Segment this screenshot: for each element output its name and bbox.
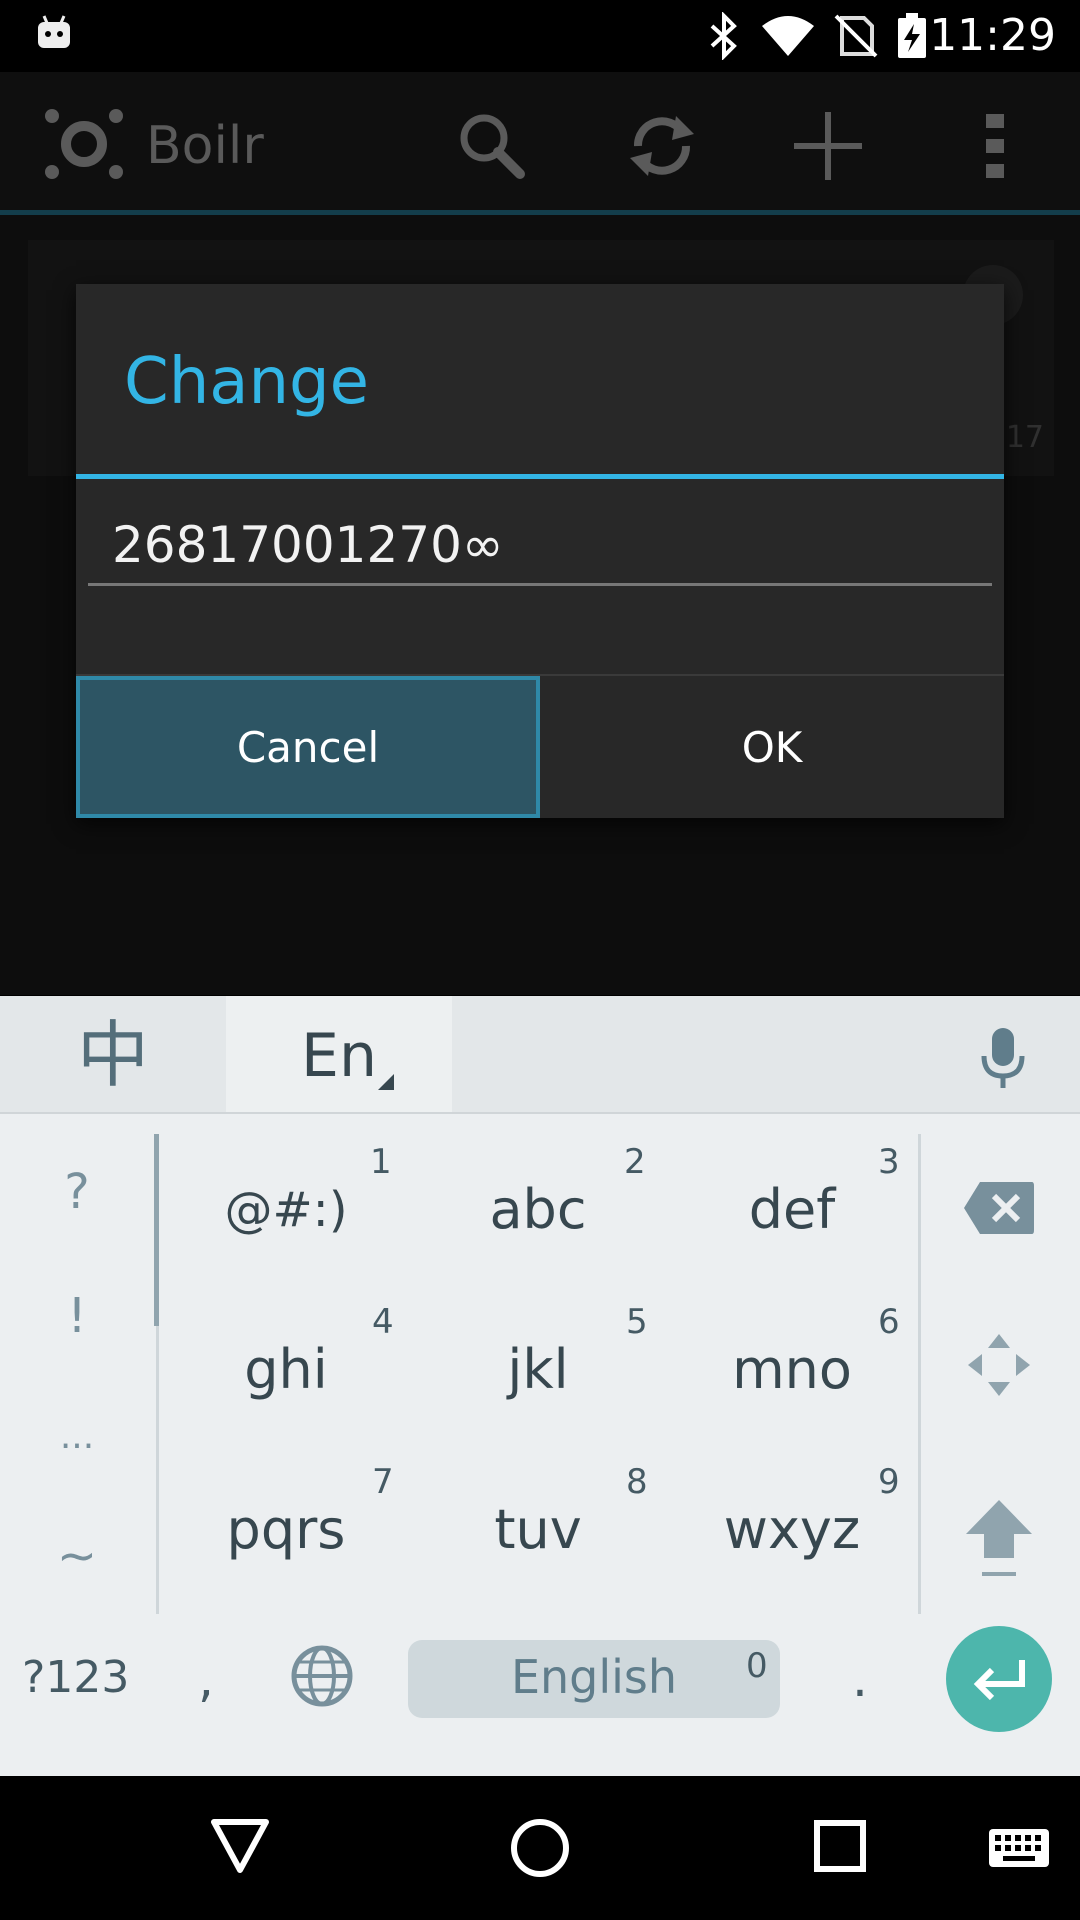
- android-icon: [36, 14, 72, 50]
- period-key[interactable]: .: [852, 1650, 868, 1708]
- backspace-icon[interactable]: [962, 1180, 1036, 1236]
- value-input[interactable]: [88, 506, 992, 586]
- key-ghi-4[interactable]: ghi: [166, 1340, 406, 1400]
- back-icon[interactable]: [210, 1818, 270, 1874]
- comma-key[interactable]: ,: [198, 1650, 214, 1708]
- keyboard-left-divider: [156, 1326, 159, 1614]
- space-bar-number: 0: [746, 1646, 768, 1686]
- key-mno-6[interactable]: mno: [672, 1340, 912, 1400]
- globe-icon[interactable]: [290, 1644, 354, 1708]
- key-tilde[interactable]: ~: [27, 1528, 127, 1584]
- battery-charging-icon: [896, 12, 928, 60]
- key-2-number: 2: [624, 1142, 646, 1182]
- space-bar[interactable]: English 0: [408, 1640, 780, 1718]
- key-def-3[interactable]: def: [672, 1180, 912, 1240]
- key-wxyz-9[interactable]: wxyz: [672, 1500, 912, 1560]
- key-7-number: 7: [372, 1462, 394, 1502]
- symbols-key[interactable]: ?123: [22, 1652, 129, 1703]
- cursor-move-icon[interactable]: [966, 1332, 1032, 1398]
- key-tuv-8[interactable]: tuv: [418, 1500, 658, 1560]
- space-bar-label: English: [510, 1650, 678, 1704]
- lang-tab-chinese[interactable]: 中: [0, 1012, 226, 1098]
- key-9-number: 9: [878, 1462, 900, 1502]
- key-5-number: 5: [626, 1302, 648, 1342]
- enter-icon: [972, 1658, 1028, 1700]
- key-question[interactable]: ?: [27, 1164, 127, 1220]
- key-exclamation[interactable]: !: [27, 1288, 127, 1344]
- key-pqrs-7[interactable]: pqrs: [166, 1500, 406, 1560]
- clock: 11:29: [929, 10, 1056, 61]
- enter-key[interactable]: [946, 1626, 1052, 1732]
- wifi-icon: [760, 14, 816, 58]
- key-abc-2[interactable]: abc: [418, 1180, 658, 1240]
- no-sim-icon: [834, 14, 878, 58]
- shift-icon[interactable]: [962, 1496, 1036, 1580]
- key-1-number: 1: [370, 1142, 392, 1182]
- keyboard-switch-icon[interactable]: [988, 1828, 1050, 1868]
- home-icon[interactable]: [510, 1818, 570, 1878]
- key-3-number: 3: [878, 1142, 900, 1182]
- key-symbols-1[interactable]: @#:): [166, 1180, 406, 1240]
- lang-dropdown-indicator-icon: [378, 1074, 394, 1090]
- microphone-icon[interactable]: [978, 1026, 1028, 1090]
- lang-tab-english-label: En: [301, 1021, 377, 1091]
- keyboard-right-divider: [918, 1134, 921, 1614]
- bluetooth-icon: [708, 12, 740, 60]
- dialog-title: Change: [124, 345, 370, 419]
- status-bar: 11:29: [0, 0, 1080, 72]
- ok-button[interactable]: OK: [540, 676, 1004, 818]
- key-jkl-5[interactable]: jkl: [418, 1340, 658, 1400]
- cancel-button[interactable]: Cancel: [76, 676, 540, 818]
- navigation-bar: [0, 1776, 1080, 1920]
- change-dialog: Change Cancel OK: [76, 284, 1004, 818]
- recents-icon[interactable]: [814, 1820, 866, 1872]
- key-8-number: 8: [626, 1462, 648, 1502]
- punct-scroll-indicator[interactable]: [154, 1134, 159, 1326]
- key-4-number: 4: [372, 1302, 394, 1342]
- dialog-title-divider: [76, 474, 1004, 479]
- key-ellipsis[interactable]: ...: [27, 1416, 127, 1457]
- key-6-number: 6: [878, 1302, 900, 1342]
